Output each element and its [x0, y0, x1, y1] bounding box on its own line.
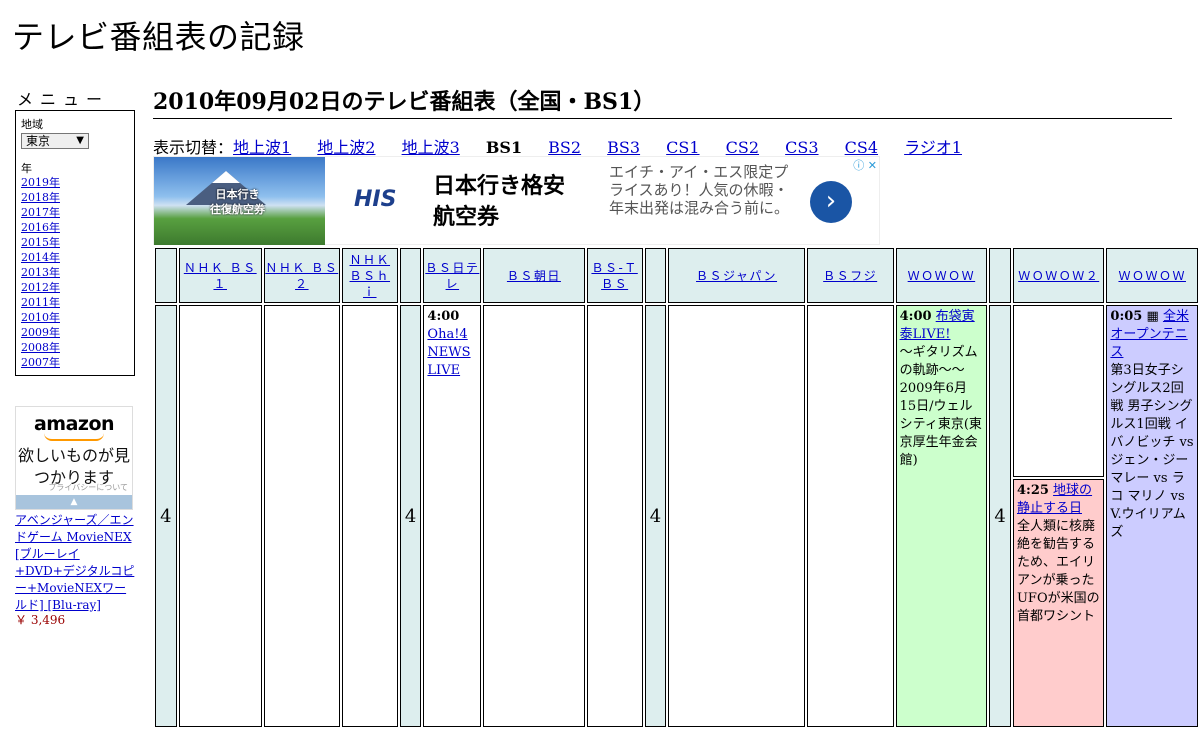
- region-select-value: 東京: [26, 134, 51, 148]
- program-title-link[interactable]: Oha!4 NEWS LIVE: [427, 327, 470, 378]
- program-description: 第3日女子シングルス2回戦 男子シングルス1回戦 イバノビッチ vs ジェン・ジ…: [1110, 363, 1194, 540]
- switcher-link-radio1[interactable]: ラジオ1: [904, 138, 962, 157]
- channel-link-bs-fuji[interactable]: ＢＳフジ: [823, 269, 877, 283]
- program-description: 全人類に核廃絶を勧告するため、エイリアンが乗ったUFOが米国の首都ワシント: [1016, 519, 1100, 624]
- switcher-link-terrestrial2[interactable]: 地上波2: [317, 138, 375, 157]
- program-cell-wowow: 4:00 布袋寅泰LIVE! ～ギタリズムの軌跡～～2009年6月15日/ウェル…: [895, 305, 988, 727]
- channel-link-nhk-bs1[interactable]: ＮＨＫ ＢＳ１: [184, 261, 257, 291]
- year-link[interactable]: 2013年: [21, 266, 60, 279]
- program-cell-empty: [263, 305, 340, 727]
- program-time: 4:00: [427, 309, 460, 324]
- year-link[interactable]: 2012年: [21, 281, 60, 294]
- calendar-icon: ▦: [1146, 309, 1159, 324]
- program-cell-empty: [483, 305, 585, 727]
- snowcap-icon: [212, 171, 240, 183]
- hour-header-cell: [989, 248, 1011, 303]
- amazon-expand-bar[interactable]: ▲: [16, 495, 132, 509]
- chevron-down-icon: ▼: [76, 135, 84, 146]
- channel-link-nhk-bshi[interactable]: ＮＨＫ ＢＳｈｉ: [350, 253, 391, 299]
- year-link[interactable]: 2007年: [21, 356, 60, 369]
- program-cell-empty: [341, 305, 398, 727]
- his-logo: HIS: [354, 187, 397, 212]
- amazon-ad[interactable]: amazon 欲しいものが見つかります プライバシーについて ▲: [15, 406, 133, 510]
- year-link[interactable]: 2008年: [21, 341, 60, 354]
- schedule-row: 4 4 4:00 Oha!4 NEWS LIVE 4 4:00 布袋寅泰LIVE…: [155, 305, 1198, 727]
- schedule-table: ＮＨＫ ＢＳ１ ＮＨＫ ＢＳ２ ＮＨＫ ＢＳｈｉ ＢＳ日テレ ＢＳ朝日 ＢＳ-Ｔ…: [153, 246, 1200, 729]
- year-link[interactable]: 2017年: [21, 206, 60, 219]
- product-price: ￥ 3,496: [15, 613, 66, 627]
- program-cell-wowow2: 4:25 地球の静止する日 全人類に核廃絶を勧告するため、エイリアンが乗ったUF…: [1012, 479, 1105, 727]
- program-cell-empty: [586, 305, 643, 727]
- product-link[interactable]: アベンジャーズ／エンドゲーム MovieNEX [ブルーレイ+DVD+デジタルコ…: [15, 512, 137, 614]
- year-link[interactable]: 2015年: [21, 236, 60, 249]
- switcher-link-cs1[interactable]: CS1: [666, 138, 699, 157]
- year-link[interactable]: 2018年: [21, 191, 60, 204]
- switcher-link-cs2[interactable]: CS2: [726, 138, 759, 157]
- program-time: 4:25: [1016, 483, 1049, 498]
- year-link[interactable]: 2009年: [21, 326, 60, 339]
- program-cell-empty: [668, 305, 805, 727]
- switcher-link-bs2[interactable]: BS2: [548, 138, 581, 157]
- channel-link-wowow[interactable]: ＷＯＷＯＷ: [908, 269, 976, 283]
- hour-cell: 4: [155, 305, 177, 727]
- adchoices-icon[interactable]: ⓘ ✕: [853, 157, 877, 173]
- switcher-link-terrestrial3[interactable]: 地上波3: [402, 138, 460, 157]
- his-ad-title: 日本行き格安航空券: [433, 174, 566, 230]
- switcher-current-bs1: BS1: [485, 138, 523, 157]
- program-cell-bs-ntv: 4:00 Oha!4 NEWS LIVE: [423, 305, 482, 727]
- channel-link-nhk-bs2[interactable]: ＮＨＫ ＢＳ２: [265, 261, 338, 291]
- chevron-up-icon: ▲: [70, 497, 78, 507]
- switcher-link-terrestrial1[interactable]: 地上波1: [233, 138, 291, 157]
- switcher-link-cs4[interactable]: CS4: [845, 138, 878, 157]
- program-time: 0:05: [1110, 309, 1143, 324]
- hour-cell: 4: [989, 305, 1011, 727]
- region-label: 地域: [21, 118, 43, 131]
- menu-box: 地域 東京 ▼ 年 2019年 2018年 2017年 2016年 2015年 …: [15, 110, 135, 376]
- amazon-logo: amazon: [33, 413, 115, 435]
- region-select[interactable]: 東京 ▼: [21, 133, 89, 149]
- amazon-privacy-link[interactable]: プライバシーについて: [48, 482, 128, 493]
- channel-link-wowow3[interactable]: ＷＯＷＯＷ: [1118, 269, 1186, 283]
- year-list: 2019年 2018年 2017年 2016年 2015年 2014年 2013…: [21, 175, 60, 370]
- year-link[interactable]: 2019年: [21, 176, 60, 189]
- page-heading: 2010年09月02日のテレビ番組表（全国・BS1）: [153, 84, 1172, 119]
- program-cell-empty: [1012, 305, 1105, 477]
- site-title: テレビ番組表の記録: [12, 18, 305, 56]
- his-ad-photo: 日本行き 往復航空券: [154, 157, 325, 245]
- channel-link-bs-tbs[interactable]: ＢＳ-ＴＢＳ: [591, 261, 637, 291]
- menu-heading: メニュー: [17, 90, 110, 109]
- his-ad-banner[interactable]: 日本行き 往復航空券 HIS 日本行き格安航空券 エイチ・アイ・エス限定プライス…: [153, 156, 880, 245]
- switcher-label: 表示切替：: [153, 138, 234, 157]
- program-cell-wowow3: 0:05 ▦ 全米オープンテニス 第3日女子シングルス2回戦 男子シングルス1回…: [1106, 305, 1198, 727]
- switcher-link-cs3[interactable]: CS3: [785, 138, 818, 157]
- program-cell-empty: [178, 305, 262, 727]
- channel-link-bs-ntv[interactable]: ＢＳ日テレ: [425, 261, 479, 291]
- his-photo-text: 日本行き 往復航空券: [210, 188, 265, 216]
- view-switcher: 表示切替：地上波1 地上波2 地上波3 BS1 BS2 BS3 CS1 CS2 …: [153, 134, 983, 158]
- channel-link-wowow2[interactable]: ＷＯＷＯＷ２: [1018, 269, 1099, 283]
- his-ad-body: エイチ・アイ・エス限定プライスあり！人気の休暇・年末出発は混み合う前に。: [609, 163, 790, 217]
- hour-cell: 4: [644, 305, 667, 727]
- year-link[interactable]: 2011年: [21, 296, 60, 309]
- year-link[interactable]: 2010年: [21, 311, 60, 324]
- year-link[interactable]: 2016年: [21, 221, 60, 234]
- switcher-link-bs3[interactable]: BS3: [607, 138, 640, 157]
- year-label: 年: [21, 162, 32, 175]
- year-link[interactable]: 2014年: [21, 251, 60, 264]
- chevron-right-icon[interactable]: ›: [810, 181, 852, 223]
- hour-header-cell: [644, 248, 667, 303]
- program-cell-empty: [806, 305, 894, 727]
- hour-header-cell: [399, 248, 422, 303]
- channel-link-bs-asahi[interactable]: ＢＳ朝日: [507, 269, 561, 283]
- program-description: ～ギタリズムの軌跡～～2009年6月15日/ウェルシティ東京(東京厚生年金会館): [899, 345, 982, 468]
- program-time: 4:00: [899, 309, 932, 324]
- channel-header-row: ＮＨＫ ＢＳ１ ＮＨＫ ＢＳ２ ＮＨＫ ＢＳｈｉ ＢＳ日テレ ＢＳ朝日 ＢＳ-Ｔ…: [155, 248, 1198, 303]
- corner-cell: [155, 248, 177, 303]
- channel-link-bs-japan[interactable]: ＢＳジャパン: [696, 269, 777, 283]
- hour-cell: 4: [399, 305, 422, 727]
